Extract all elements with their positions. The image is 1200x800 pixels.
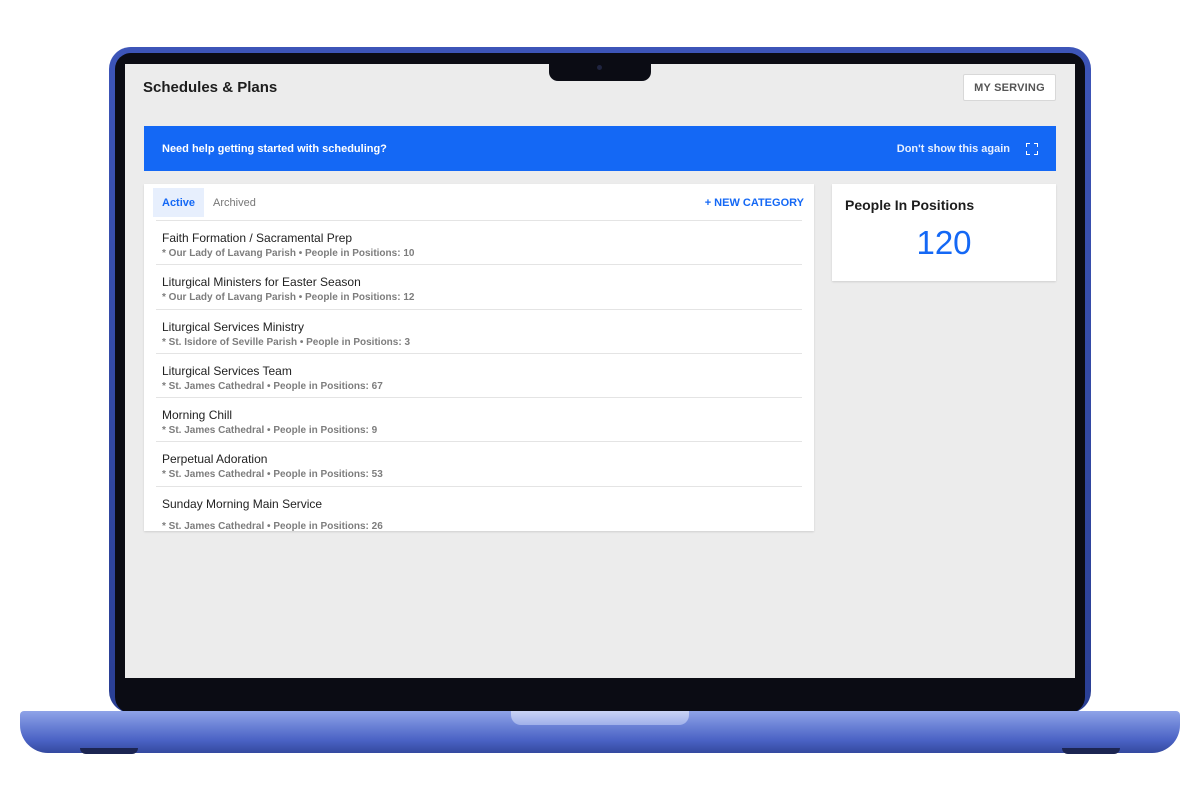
- my-serving-button[interactable]: MY SERVING: [963, 74, 1056, 101]
- laptop-foot: [1062, 748, 1120, 754]
- list-item[interactable]: Faith Formation / Sacramental Prep * Our…: [156, 220, 802, 264]
- list-item-subtitle: * St. James Cathedral • People in Positi…: [162, 425, 378, 437]
- list-item-title: Faith Formation / Sacramental Prep: [162, 231, 353, 245]
- laptop-base: [20, 711, 1180, 753]
- camera-notch: [549, 60, 651, 81]
- list-item-title: Liturgical Services Team: [162, 363, 292, 378]
- list-item-title: Morning Chill: [162, 408, 233, 423]
- help-banner-text[interactable]: Need help getting started with schedulin…: [162, 143, 897, 155]
- list-item[interactable]: Perpetual Adoration * St. James Cathedra…: [156, 441, 802, 485]
- people-in-positions-card: People In Positions 120: [832, 184, 1056, 281]
- page-title: Schedules & Plans: [143, 79, 278, 96]
- list-item-title: Liturgical Services Ministry: [162, 319, 305, 334]
- help-banner: Need help getting started with schedulin…: [144, 126, 1056, 171]
- tab-active[interactable]: Active: [153, 188, 205, 217]
- stat-label: People In Positions: [845, 197, 975, 213]
- list-item-title: Perpetual Adoration: [162, 452, 268, 467]
- list-item[interactable]: Liturgical Services Team * St. James Cat…: [156, 352, 802, 397]
- schedule-list: Faith Formation / Sacramental Prep * Our…: [156, 220, 802, 532]
- list-item[interactable]: Liturgical Services Ministry * St. Isido…: [156, 308, 802, 353]
- list-item-title: Sunday Morning Main Service: [162, 496, 323, 511]
- base-notch: [511, 711, 689, 725]
- list-item-subtitle: * Our Lady of Lavang Parish • People in …: [162, 292, 415, 304]
- expand-icon[interactable]: [1026, 142, 1038, 155]
- list-item-subtitle: * Our Lady of Lavang Parish • People in …: [162, 248, 415, 259]
- app-screen: Schedules & Plans MY SERVING Need help g…: [125, 64, 1075, 678]
- stat-value: 120: [916, 224, 972, 261]
- laptop-foot: [80, 748, 138, 754]
- dont-show-again-link[interactable]: Don't show this again: [897, 143, 1010, 155]
- list-item-subtitle: * St. James Cathedral • People in Positi…: [162, 520, 383, 532]
- list-item-title: Liturgical Ministers for Easter Season: [162, 275, 361, 290]
- status-tabs: Active Archived: [153, 188, 265, 217]
- list-item[interactable]: Morning Chill * St. James Cathedral • Pe…: [156, 397, 802, 441]
- schedules-list-card: Active Archived + NEW CATEGORY Faith For…: [144, 184, 814, 532]
- list-item-subtitle: * St. James Cathedral • People in Positi…: [162, 469, 383, 481]
- new-category-button[interactable]: + NEW CATEGORY: [705, 197, 804, 209]
- tab-archived[interactable]: Archived: [204, 188, 265, 217]
- list-item-subtitle: * St. James Cathedral • People in Positi…: [162, 380, 383, 392]
- list-item[interactable]: Liturgical Ministers for Easter Season *…: [156, 264, 802, 308]
- list-item-subtitle: * St. Isidore of Seville Parish • People…: [162, 336, 411, 348]
- list-item[interactable]: Sunday Morning Main Service * St. James …: [156, 485, 802, 532]
- camera-icon: [597, 65, 602, 70]
